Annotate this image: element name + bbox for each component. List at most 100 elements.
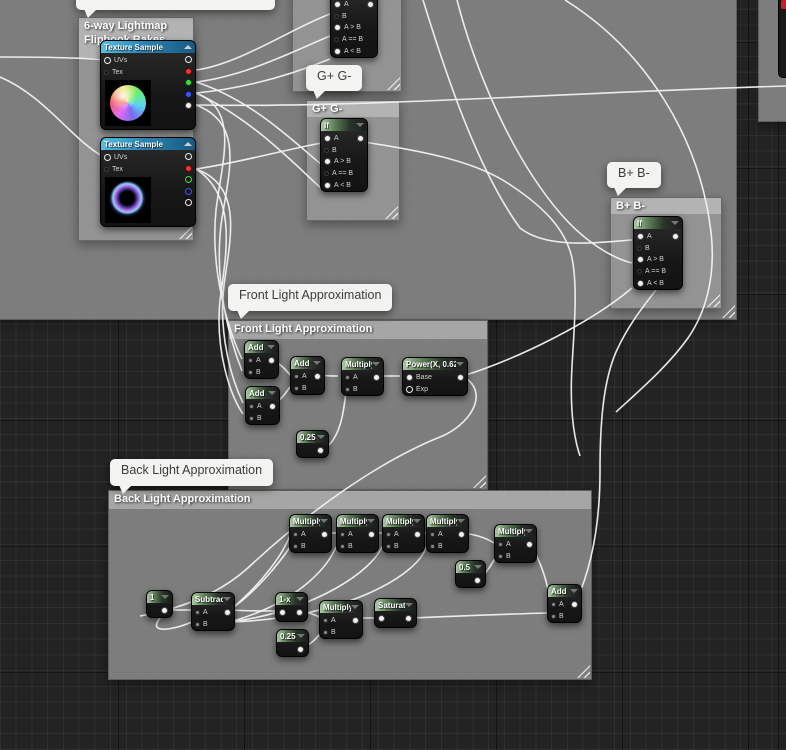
output-pin[interactable] xyxy=(314,373,321,380)
output-pin[interactable] xyxy=(526,541,533,548)
node-const-05[interactable]: 0.5 xyxy=(455,560,486,588)
dropdown-arrow-icon[interactable] xyxy=(223,597,231,605)
node-add-4[interactable]: Add A B xyxy=(547,584,582,624)
a-input-pin[interactable] xyxy=(323,618,328,624)
node-header[interactable]: 0.25 xyxy=(297,431,328,443)
node-header[interactable]: Texture Sample xyxy=(101,138,195,150)
a-input-pin[interactable] xyxy=(340,532,345,538)
node-header[interactable]: 0.25 xyxy=(277,630,308,642)
b-input-pin[interactable] xyxy=(195,621,200,627)
output-pin[interactable] xyxy=(224,609,231,616)
node-header[interactable]: Add xyxy=(548,585,581,597)
output-pin[interactable] xyxy=(571,601,578,608)
output-pin[interactable] xyxy=(297,646,304,653)
node-if-green[interactable]: If A B A > B A == B A < B xyxy=(320,118,368,192)
a-b-input-pin[interactable] xyxy=(324,171,329,177)
node-multiply-front[interactable]: Multiply AB xyxy=(341,357,384,397)
output-pin[interactable] xyxy=(268,357,275,364)
dropdown-arrow-icon[interactable] xyxy=(351,605,359,613)
output-pin[interactable] xyxy=(185,90,192,98)
comment-title-front-light[interactable]: Front Light Approximation xyxy=(229,321,487,339)
output-pin[interactable] xyxy=(457,374,464,381)
node-multiply-b1[interactable]: Multiply AB xyxy=(289,514,332,554)
dropdown-arrow-icon[interactable] xyxy=(457,519,465,527)
a-input-pin[interactable] xyxy=(293,532,298,538)
dropdown-arrow-icon[interactable] xyxy=(356,123,364,131)
a-b-input-pin[interactable] xyxy=(637,256,644,264)
output-pin[interactable] xyxy=(368,531,375,538)
b-input-pin[interactable] xyxy=(248,369,253,375)
output-pin[interactable] xyxy=(185,187,192,195)
dropdown-arrow-icon[interactable] xyxy=(372,362,380,370)
a-b-input-pin[interactable] xyxy=(334,47,341,55)
node-header[interactable]: 1-x xyxy=(276,593,307,605)
node-header[interactable]: Multiply xyxy=(320,601,362,613)
node-multiply-b6[interactable]: Multiply A B xyxy=(319,600,363,640)
a-input-pin[interactable] xyxy=(386,532,391,538)
comment-title-back-light[interactable]: Back Light Approximation xyxy=(109,491,591,509)
node-if-blue[interactable]: If A B A > B A == B A < B xyxy=(633,216,683,290)
output-pin[interactable] xyxy=(321,531,328,538)
node-header[interactable]: Multiply xyxy=(342,358,383,370)
node-header[interactable]: Subtract xyxy=(192,593,234,605)
exp-input-pin[interactable] xyxy=(406,385,413,393)
node-header[interactable]: Multiply xyxy=(495,525,536,537)
output-pin[interactable] xyxy=(405,615,412,622)
dropdown-arrow-icon[interactable] xyxy=(671,221,679,229)
b-input-pin[interactable] xyxy=(294,385,299,391)
node-header[interactable]: Multiply xyxy=(290,515,331,527)
node-add-1[interactable]: Add A B xyxy=(244,340,279,380)
a-input-pin[interactable] xyxy=(430,532,435,538)
dropdown-arrow-icon[interactable] xyxy=(268,391,276,399)
resize-handle-icon[interactable] xyxy=(387,77,400,90)
a-input-pin[interactable] xyxy=(345,375,350,381)
node-const-025-back[interactable]: 0.25 xyxy=(276,629,309,657)
b-input-pin[interactable] xyxy=(386,543,391,549)
node-header[interactable]: Add xyxy=(245,341,278,353)
node-if-top[interactable]: IfABA > BA == BA < B xyxy=(330,0,378,58)
dropdown-arrow-icon[interactable] xyxy=(320,519,328,527)
a-input-pin[interactable] xyxy=(249,404,254,410)
dropdown-arrow-icon[interactable] xyxy=(161,595,169,603)
base-input-pin[interactable] xyxy=(406,374,413,382)
node-header[interactable]: 1 xyxy=(147,591,172,603)
resize-handle-icon[interactable] xyxy=(722,305,735,318)
output-pin[interactable] xyxy=(317,447,324,454)
a-input-pin[interactable] xyxy=(294,374,299,380)
input-pin[interactable] xyxy=(279,609,286,617)
a-input-pin[interactable] xyxy=(551,602,556,608)
output-pin[interactable] xyxy=(357,135,364,142)
node-texture-sample-2[interactable]: Texture Sample UVs Tex xyxy=(100,137,196,228)
b-input-pin[interactable] xyxy=(249,415,254,421)
comment-title-b-plus-b-minus[interactable]: B+ B- xyxy=(611,198,721,214)
b-input-pin[interactable] xyxy=(345,386,350,392)
resize-handle-icon[interactable] xyxy=(707,294,720,307)
b-input-pin[interactable] xyxy=(293,543,298,549)
node-add-3[interactable]: Add A B xyxy=(245,386,280,426)
node-header[interactable]: Multiply xyxy=(383,515,424,527)
node-subtract[interactable]: Subtract AB xyxy=(191,592,235,632)
b-input-pin[interactable] xyxy=(324,147,329,153)
a-input-pin[interactable] xyxy=(248,358,253,364)
node-header[interactable]: Add xyxy=(291,357,324,369)
node-power[interactable]: Power(X, 0.625) Base Exp xyxy=(402,357,468,397)
output-pin[interactable] xyxy=(185,164,192,172)
node-add-2[interactable]: Add A B xyxy=(290,356,325,396)
output-pin[interactable] xyxy=(373,374,380,381)
node-header[interactable]: Power(X, 0.625) xyxy=(403,358,467,370)
b-input-pin[interactable] xyxy=(637,245,642,251)
dropdown-arrow-icon[interactable] xyxy=(313,361,321,369)
node-graph-canvas[interactable]: 6-way Lightmap Flipbook Bakes G+ G- B+ B- F… xyxy=(0,0,786,750)
a-input-pin[interactable] xyxy=(637,233,644,241)
input-pin[interactable] xyxy=(378,615,385,623)
node-header[interactable]: 0.5 xyxy=(456,561,485,573)
output-pin[interactable] xyxy=(185,56,192,63)
dropdown-arrow-icon[interactable] xyxy=(296,597,304,605)
comment-title-g-plus-g-minus[interactable]: G+ G- xyxy=(307,101,399,117)
b-input-pin[interactable] xyxy=(551,613,556,619)
uvs-input-pin[interactable] xyxy=(104,154,111,162)
dropdown-arrow-icon[interactable] xyxy=(570,589,578,597)
output-pin[interactable] xyxy=(296,609,303,616)
resize-handle-icon[interactable] xyxy=(473,475,486,488)
output-pin[interactable] xyxy=(185,67,192,75)
